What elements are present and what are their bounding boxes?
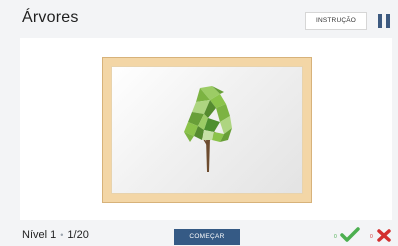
correct-count: 0 (334, 234, 337, 240)
wrong-count: 0 (370, 234, 373, 240)
picture-frame (102, 57, 312, 203)
progress-counter: 1/20 (67, 229, 89, 241)
footer-bar: Nível 1 • 1/20 COMEÇAR 0 0 (0, 222, 398, 246)
instruction-button[interactable]: INSTRUÇÃO (305, 12, 367, 30)
level-label: Nível 1 (22, 229, 57, 241)
header-bar: Árvores INSTRUÇÃO (0, 0, 398, 38)
level-indicator: Nível 1 • 1/20 (22, 229, 89, 241)
page-title: Árvores (22, 9, 79, 26)
pause-button[interactable] (378, 14, 390, 28)
start-button[interactable]: COMEÇAR (174, 229, 240, 245)
x-icon (377, 229, 391, 242)
picture-canvas (111, 66, 303, 194)
pause-icon (378, 14, 382, 28)
check-icon (340, 227, 360, 242)
level-separator: • (60, 230, 64, 240)
pause-icon-bar (386, 14, 390, 28)
stage-area (20, 38, 392, 220)
tree-icon (184, 86, 232, 172)
